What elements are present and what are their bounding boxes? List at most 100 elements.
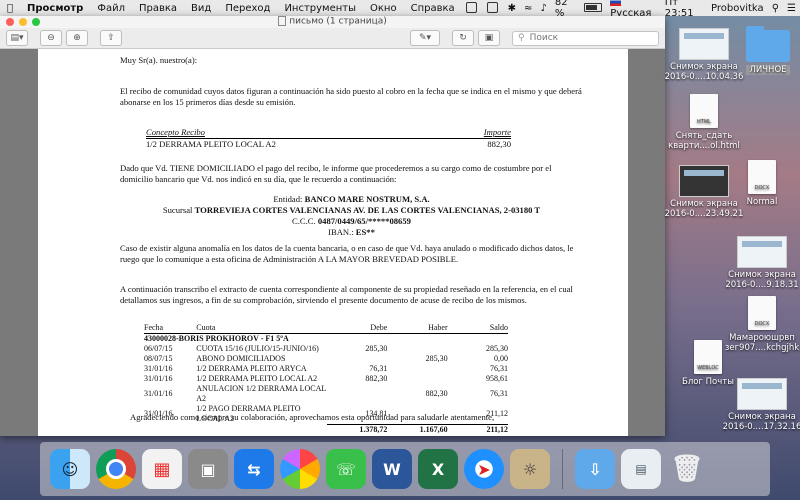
table-cell: 882,30 (365, 374, 388, 383)
rotate-button[interactable]: ↻ (452, 30, 474, 46)
clock[interactable]: Пт 23:51 (661, 0, 707, 19)
sidebar-toggle-button[interactable]: ▤▾ (6, 30, 28, 46)
table-cell: ABONO DOMICILIADOS (196, 354, 286, 363)
zoom-button[interactable] (32, 18, 40, 26)
toolbox-icon: ▣ (484, 33, 494, 43)
table-totals-row: 1.378,72 1.167,60 211,12 (144, 423, 508, 435)
total-saldo: 211,12 (447, 423, 508, 435)
markup-button[interactable]: ✎▾ (410, 30, 440, 46)
table-row: 08/07/15 ABONO DOMICILIADOS 285,30 0,00 (144, 354, 508, 364)
finder-icon[interactable]: ☺ (50, 449, 90, 489)
greeting: Muy Sr(a). nuestro(a): (120, 55, 198, 65)
desktop-icon-screenshot-4[interactable]: Снимок экрана 2016-0....17.32.16 (722, 378, 800, 432)
table-cell: 31/01/16 (144, 389, 173, 398)
zoom-out-button[interactable]: ⊖ (40, 30, 62, 46)
status-app-icon[interactable] (462, 2, 483, 14)
menu-help[interactable]: Справка (404, 3, 462, 14)
chrome-icon[interactable] (96, 449, 136, 489)
table-header-row: Fecha Cuota Debe Haber Saldo (144, 323, 508, 334)
concept-header: Concepto Recibo (146, 127, 205, 137)
table-cell (387, 344, 447, 354)
close-button[interactable] (6, 18, 14, 26)
webloc-file-icon: WEBLOC (694, 340, 722, 374)
table-cell (387, 364, 447, 374)
entity-value: BANCO MARE NOSTRUM, S.A. (304, 194, 430, 204)
search-icon: ⚲ (518, 33, 525, 43)
bluetooth-icon[interactable]: ✱ (504, 3, 520, 14)
table-cell: 285,30 (365, 344, 388, 353)
teamviewer-icon[interactable]: ⇆ (234, 449, 274, 489)
menu-view[interactable]: Вид (184, 3, 218, 14)
word-icon[interactable]: W (372, 449, 412, 489)
table-cell: CUOTA 15/16 (JULIO/15-JUNIO/16) (196, 344, 319, 353)
menu-edit[interactable]: Правка (132, 3, 184, 14)
table-row: 31/01/16 1/2 DERRAMA PLEITO ARYCA 76,31 76,… (144, 364, 508, 374)
photos-icon[interactable] (280, 449, 320, 489)
iban-value: ES** (355, 227, 375, 237)
dock: ☺ ▦ ▣ ⇆ ☏ W X ➤ ☼ ⇩ ▤ 🗑 (40, 442, 770, 496)
share-button[interactable]: ⇧ (100, 30, 122, 46)
table-cell: 0,00 (494, 354, 508, 363)
branch-label: Sucursal (162, 205, 193, 215)
menu-window[interactable]: Окно (363, 3, 404, 14)
preview-window: письмо (1 страница) ▤▾ ⊖ ⊕ ⇧ ✎▾ ↻ ▣ ⚲ Mu… (0, 16, 665, 436)
closing-line: Agradeciendo como siempre su colaboració… (130, 412, 495, 422)
column-header: Fecha (144, 323, 164, 332)
user-name[interactable]: Probovitka (707, 3, 768, 14)
screenshot-thumbnail-icon (737, 236, 787, 268)
table-cell: 31/01/16 (144, 364, 173, 373)
table-cell: 76,31 (490, 389, 508, 398)
zoom-in-icon: ⊕ (73, 33, 81, 43)
title-bar: письмо (1 страница) (0, 16, 665, 28)
amount-header: Importe (483, 127, 511, 137)
rotate-icon: ↻ (459, 33, 467, 43)
table-cell: 31/01/16 (144, 374, 173, 383)
apple-icon[interactable]:  (0, 3, 20, 14)
table-cell: 08/07/15 (144, 354, 173, 363)
concept-value: 1/2 DERRAMA PLEITO LOCAL A2 (146, 139, 276, 149)
facetime-icon[interactable]: ☏ (326, 449, 366, 489)
document-viewport[interactable]: Muy Sr(a). nuestro(a): El recibo de comu… (0, 49, 665, 436)
amount-value: 882,30 (487, 139, 511, 149)
downloads-folder-icon[interactable]: ⇩ (575, 449, 615, 489)
menu-file[interactable]: Файл (90, 3, 132, 14)
sidebar-icon: ▤▾ (10, 33, 24, 43)
volume-icon[interactable]: ♪ (536, 3, 550, 14)
excel-icon[interactable]: X (418, 449, 458, 489)
search-input[interactable] (527, 32, 642, 44)
desktop-icon-screenshot-3[interactable]: Снимок экрана 2016-0....9.18.31 (722, 236, 800, 290)
minimize-button[interactable] (19, 18, 27, 26)
paragraph-4: A continuación transcribo el extracto de… (120, 284, 573, 305)
table-cell (387, 374, 447, 384)
table-cell: 882,30 (425, 389, 448, 398)
desktop-icon-normal-docx[interactable]: DOCX Normal (722, 160, 800, 207)
spotlight-icon[interactable]: ⚲ (768, 3, 783, 14)
screenshot-thumbnail-icon (679, 28, 729, 60)
document-page: Muy Sr(a). nuestro(a): El recibo de comu… (38, 49, 628, 436)
desktop-icon-folder-personal[interactable]: ЛИЧНОЕ (728, 26, 800, 75)
photo-booth-icon[interactable]: ▣ (188, 449, 228, 489)
menu-app-name[interactable]: Просмотр (20, 3, 90, 14)
safari-icon[interactable]: ➤ (464, 449, 504, 489)
toolbox-button[interactable]: ▣ (478, 30, 500, 46)
desktop-icon-html-file[interactable]: HTML Снять_сдать кварти....ol.html (664, 94, 744, 151)
menu-tools[interactable]: Инструменты (277, 3, 363, 14)
status-app-icon[interactable] (483, 2, 504, 14)
preview-icon[interactable]: ☼ (510, 449, 550, 489)
launchpad-icon[interactable]: ▦ (142, 449, 182, 489)
search-field[interactable]: ⚲ (512, 30, 659, 46)
notification-center-icon[interactable]: ☰ (783, 3, 800, 14)
dock-separator (562, 449, 563, 489)
paragraph-1: El recibo de comunidad cuyos datos figur… (120, 86, 582, 107)
table-cell: 76,31 (490, 364, 508, 373)
zoom-in-button[interactable]: ⊕ (66, 30, 88, 46)
menu-go[interactable]: Переход (218, 3, 277, 14)
documents-stack-icon[interactable]: ▤ (621, 449, 661, 489)
table-cell: 1/2 DERRAMA PLEITO LOCAL A2 (196, 374, 318, 383)
column-header: Haber (428, 323, 448, 332)
html-file-icon: HTML (690, 94, 718, 128)
wifi-icon[interactable]: ≈ (520, 3, 536, 14)
trash-icon[interactable]: 🗑 (667, 449, 707, 489)
table-cell: ANULACION 1/2 DERRAMA LOCAL A2 (196, 384, 326, 403)
folder-icon (746, 26, 790, 62)
